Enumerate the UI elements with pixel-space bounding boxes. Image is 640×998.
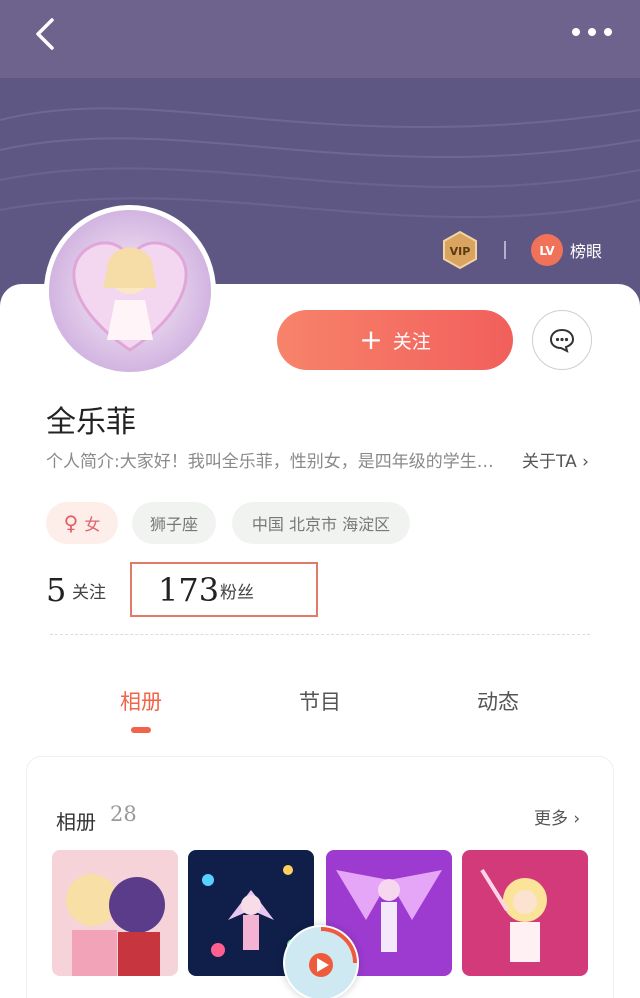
- level-badge-icon[interactable]: LV: [530, 233, 564, 267]
- vip-badge-icon[interactable]: VIP: [440, 230, 480, 270]
- following-count[interactable]: 5: [46, 571, 66, 609]
- album-photo: [462, 850, 588, 976]
- album-title: 相册: [56, 810, 96, 834]
- gender-tag: ♀ 女: [46, 502, 118, 544]
- album-photo: [52, 850, 178, 976]
- following-label[interactable]: 关注: [72, 578, 106, 603]
- profile-page: VIP LV 榜眼 + 关注 全乐菲 个人简介:大家好！我叫全乐菲，性别女，是四…: [0, 0, 640, 998]
- album-thumbnail[interactable]: [462, 850, 588, 976]
- tab-moments[interactable]: 动态: [477, 686, 519, 716]
- active-tab-indicator: [131, 727, 151, 733]
- plus-icon: +: [359, 323, 383, 356]
- female-symbol-icon: ♀: [63, 511, 79, 535]
- tab-programs[interactable]: 节目: [299, 686, 341, 716]
- follow-button[interactable]: + 关注: [277, 310, 513, 370]
- fans-count[interactable]: 173: [158, 571, 219, 609]
- more-label: 更多: [534, 809, 568, 829]
- follow-button-label: 关注: [392, 330, 431, 353]
- svg-text:VIP: VIP: [450, 245, 471, 258]
- back-arrow-icon: [36, 18, 54, 50]
- zodiac-tag: 狮子座: [132, 502, 216, 544]
- bio-text: 个人简介:大家好！我叫全乐菲，性别女，是四年级的学生…: [46, 452, 494, 472]
- mini-player[interactable]: [283, 925, 359, 998]
- avatar-image: [49, 210, 211, 372]
- chevron-right-icon: ›: [582, 452, 589, 472]
- about-link[interactable]: 关于TA ›: [522, 447, 589, 472]
- location-tag: 中国 北京市 海淀区: [232, 502, 410, 544]
- mini-player-cover: [285, 927, 357, 998]
- more-dots-icon: [572, 28, 612, 36]
- more-options-button[interactable]: [570, 22, 614, 42]
- rank-label: 榜眼: [570, 242, 603, 261]
- svg-text:LV: LV: [539, 244, 555, 258]
- gender-label: 女: [84, 515, 101, 534]
- fans-label[interactable]: 粉丝: [220, 578, 254, 603]
- about-label: 关于TA: [522, 452, 577, 472]
- album-thumbnail[interactable]: [52, 850, 178, 976]
- message-button[interactable]: [532, 310, 592, 370]
- avatar[interactable]: [44, 205, 216, 377]
- badge-divider: [504, 241, 506, 259]
- back-button[interactable]: [28, 14, 68, 54]
- album-more-link[interactable]: 更多 ›: [534, 804, 580, 829]
- chevron-right-icon: ›: [573, 809, 581, 829]
- album-count: 28: [110, 802, 137, 826]
- user-badges: VIP LV 榜眼: [440, 230, 602, 270]
- top-navigation-bar: [0, 0, 640, 78]
- tab-album[interactable]: 相册: [120, 686, 162, 716]
- chat-bubble-icon: [549, 328, 575, 353]
- username: 全乐菲: [46, 405, 136, 440]
- section-divider: [50, 634, 590, 635]
